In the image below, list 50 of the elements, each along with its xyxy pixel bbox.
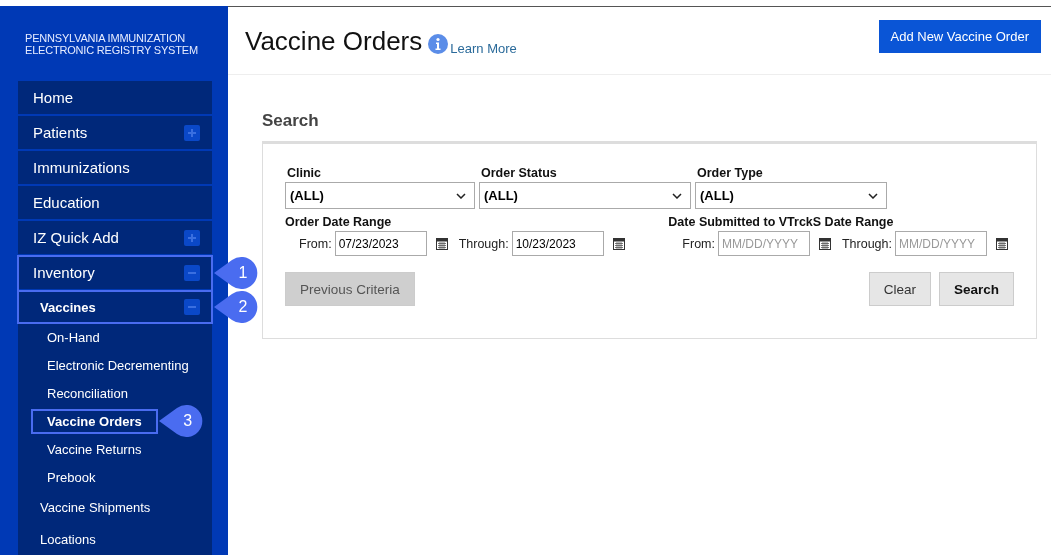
section-heading: Search — [262, 111, 320, 131]
field-label: From: — [682, 236, 715, 251]
clear-button[interactable]: Clear — [868, 272, 931, 306]
dropdown[interactable]: (ALL) — [285, 182, 475, 209]
nav-item[interactable]: Vaccine Shipments — [18, 491, 212, 523]
chevron-icon — [456, 192, 466, 199]
learn-more-link[interactable]: Learn More — [450, 41, 517, 56]
field-label: Through: — [841, 236, 892, 251]
chevron-icon — [672, 192, 682, 199]
calendar-icon[interactable] — [612, 237, 625, 250]
field-label: From: — [299, 236, 332, 251]
calendar-icon[interactable] — [996, 237, 1008, 250]
nav-item[interactable]: Reconciliation — [32, 381, 143, 405]
nav-item[interactable]: Prebook — [32, 465, 111, 489]
field-label: Clinic — [287, 166, 323, 180]
collapse-icon[interactable] — [184, 264, 200, 281]
date-field[interactable]: MM/DD/YYYY — [717, 231, 810, 256]
chevron-icon — [868, 192, 878, 199]
nav-item[interactable]: IZ Quick Add — [18, 221, 212, 256]
brand-name: PENNSYLVANIA IMMUNIZATION — [25, 32, 187, 44]
add-order-button[interactable]: Add New Vaccine Order — [878, 20, 1041, 53]
calendar-icon[interactable] — [435, 237, 448, 250]
expand-icon[interactable] — [184, 229, 200, 246]
callout-badge: 2 — [214, 290, 260, 324]
nav-item[interactable]: On-Hand — [32, 325, 115, 349]
nav-item[interactable]: Immunizations — [18, 151, 212, 186]
nav-item[interactable]: Electronic Decrementing — [32, 353, 204, 377]
date-field[interactable]: MM/DD/YYYY — [895, 231, 987, 256]
brand-name: ELECTRONIC REGISTRY SYSTEM — [25, 44, 199, 56]
date-field[interactable]: 10/23/2023 — [511, 231, 604, 256]
search-button[interactable]: Search — [938, 272, 1014, 306]
dropdown[interactable]: (ALL) — [479, 182, 691, 209]
nav-item[interactable]: Education — [18, 186, 212, 221]
callout-badge: 1 — [214, 255, 260, 290]
date-field[interactable]: 07/23/2023 — [334, 231, 427, 256]
field-label: Order Date Range — [285, 215, 393, 229]
field-label: Order Status — [481, 166, 558, 180]
calendar-icon[interactable] — [818, 237, 831, 250]
expand-icon[interactable] — [184, 124, 200, 141]
dropdown[interactable]: (ALL) — [695, 182, 887, 209]
field-label: Order Type — [697, 166, 764, 180]
nav-item[interactable]: Locations — [18, 523, 212, 555]
callout-badge: 3 — [158, 404, 205, 438]
field-label: Date Submitted to VTrckS Date Range — [668, 215, 895, 229]
info-icon — [428, 34, 449, 54]
nav-item[interactable]: Home — [18, 81, 212, 116]
nav-item[interactable]: Patients — [18, 116, 212, 151]
nav-item[interactable]: Vaccine Returns — [32, 437, 157, 461]
field-label: Through: — [458, 236, 509, 251]
page-title: Vaccine Orders — [245, 26, 423, 56]
